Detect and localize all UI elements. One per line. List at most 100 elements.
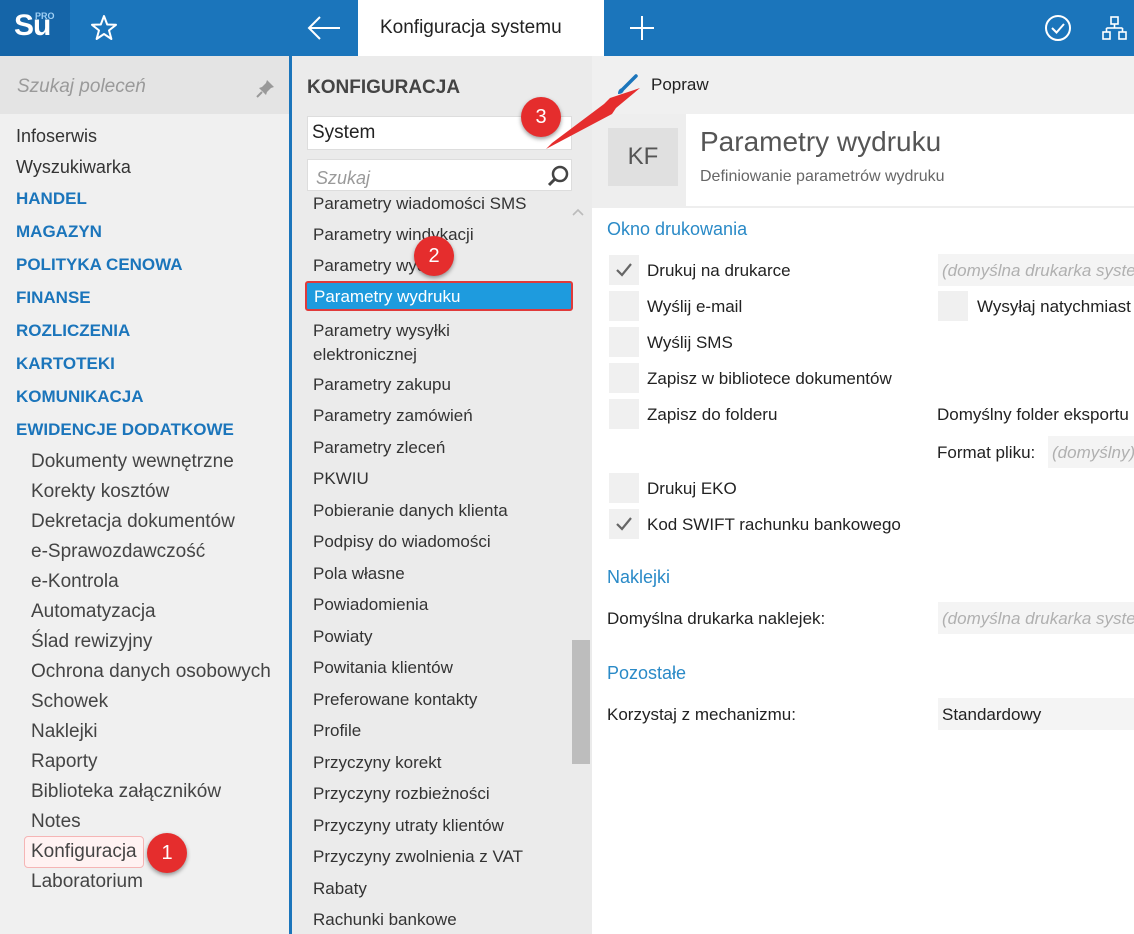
list-item[interactable]: Rachunki bankowe <box>313 910 457 930</box>
back-arrow-icon <box>307 16 340 40</box>
list-item[interactable]: Preferowane kontakty <box>313 690 477 710</box>
checkbox-save-library[interactable] <box>609 363 639 393</box>
sidebar-item-wyszukiwarka[interactable]: Wyszukiwarka <box>16 157 131 178</box>
sidebar-item-dekretacja-dokumentow[interactable]: Dekretacja dokumentów <box>31 511 235 533</box>
checkbox-print-on-printer[interactable] <box>609 255 639 285</box>
sidebar-item-e-kontrola[interactable]: e-Kontrola <box>31 571 119 593</box>
sidebar-item-notes[interactable]: Notes <box>31 811 81 833</box>
command-search-input[interactable]: Szukaj poleceń <box>0 56 290 114</box>
list-item[interactable]: Parametry windykacji <box>313 225 474 245</box>
scrollbar-thumb[interactable] <box>572 640 590 764</box>
checkbox-send-now[interactable] <box>938 291 968 321</box>
sidebar-section-rozliczenia[interactable]: ROZLICZENIA <box>16 321 130 341</box>
list-item[interactable]: Parametry zakupu <box>313 375 451 395</box>
approve-button[interactable] <box>1036 10 1080 46</box>
sidebar-section-kartoteki[interactable]: KARTOTEKI <box>16 354 115 374</box>
sidebar-item-laboratorium[interactable]: Laboratorium <box>31 871 143 893</box>
option-label: Drukuj EKO <box>647 479 737 498</box>
brush-icon[interactable] <box>614 72 640 98</box>
list-item[interactable]: Pola własne <box>313 564 405 584</box>
sidebar-item-e-sprawozdawczosc[interactable]: e-Sprawozdawczość <box>31 541 205 563</box>
list-item[interactable]: Rabaty <box>313 879 367 899</box>
list-item[interactable]: Parametry zleceń <box>313 438 445 458</box>
list-item[interactable]: Przyczyny zwolnienia z VAT <box>313 847 523 867</box>
list-item[interactable]: Powiadomienia <box>313 595 428 615</box>
checkbox-save-folder[interactable] <box>609 399 639 429</box>
list-item[interactable]: Przyczyny korekt <box>313 753 441 773</box>
tab-label: Konfiguracja systemu <box>380 17 562 38</box>
new-tab-button[interactable] <box>620 10 664 46</box>
printer-select[interactable]: (domyślna drukarka systemowa) <box>938 254 1134 286</box>
panel-title: KONFIGURACJA <box>307 77 461 98</box>
plus-icon <box>630 16 654 40</box>
checkbox-print-eko[interactable] <box>609 473 639 503</box>
mechanism-select[interactable]: Standardowy <box>938 698 1134 730</box>
edit-button-label[interactable]: Popraw <box>651 75 709 95</box>
list-item[interactable]: Parametry wysyłki elektronicznej <box>313 319 513 367</box>
config-search-input[interactable]: Szukaj <box>307 159 572 191</box>
mechanism-value: Standardowy <box>942 705 1042 724</box>
scroll-up-icon[interactable] <box>570 205 586 219</box>
sidebar-section-polityka-cenowa[interactable]: POLITYKA CENOWA <box>16 255 183 275</box>
printer-placeholder: (domyślna drukarka systemowa) <box>942 261 1134 280</box>
content-pane: Popraw KF Parametry wydruku Definiowanie… <box>592 56 1134 934</box>
checkbox-send-email[interactable] <box>609 291 639 321</box>
command-search-placeholder: Szukaj poleceń <box>17 76 146 97</box>
list-item[interactable]: Parametry zamówień <box>313 406 473 426</box>
checkmark-icon <box>616 263 632 277</box>
list-item[interactable]: Podpisy do wiadomości <box>313 532 491 552</box>
sidebar-item-dokumenty-wewnetrzne[interactable]: Dokumenty wewnętrzne <box>31 451 234 473</box>
search-icon[interactable] <box>546 164 570 188</box>
sidebar-section-finanse[interactable]: FINANSE <box>16 288 91 308</box>
section-title-other: Pozostałe <box>607 663 687 683</box>
sidebar-section-ewidencje-dodatkowe[interactable]: EWIDENCJE DODATKOWE <box>16 420 234 440</box>
mechanism-label: Korzystaj z mechanizmu: <box>607 705 796 724</box>
list-item[interactable]: Przyczyny utraty klientów <box>313 816 504 836</box>
option-label: Drukuj na drukarce <box>647 261 791 280</box>
sidebar-section-komunikacja[interactable]: KOMUNIKACJA <box>16 387 144 407</box>
sidebar-section-magazyn[interactable]: MAGAZYN <box>16 222 102 242</box>
sidebar-item-automatyzacja[interactable]: Automatyzacja <box>31 601 156 623</box>
list-item[interactable]: Powiaty <box>313 627 373 647</box>
label-printer-label: Domyślna drukarka naklejek: <box>607 609 826 628</box>
list-item-selected-label: Parametry wydruku <box>314 287 461 306</box>
callout-2: 2 <box>414 236 454 276</box>
option-label: Kod SWIFT rachunku bankowego <box>647 515 901 534</box>
sidebar-item-schowek[interactable]: Schowek <box>31 691 108 713</box>
sidebar-item-infoserwis[interactable]: Infoserwis <box>16 126 97 147</box>
label-printer-select[interactable]: (domyślna drukarka systemowa) <box>938 602 1134 634</box>
list-item[interactable]: Parametry wiadomości SMS <box>313 194 527 214</box>
sidebar-item-konfiguracja[interactable]: Konfiguracja <box>31 841 137 863</box>
checkbox-send-sms[interactable] <box>609 327 639 357</box>
list-item-selected[interactable]: Parametry wydruku <box>305 281 573 311</box>
list-item[interactable]: Pobieranie danych klienta <box>313 501 508 521</box>
list-item[interactable]: Przyczyny rozbieżności <box>313 784 490 804</box>
list-item[interactable]: Powitania klientów <box>313 658 453 678</box>
sidebar-section-handel[interactable]: HANDEL <box>16 189 87 209</box>
hierarchy-icon <box>1102 16 1127 40</box>
back-button[interactable] <box>300 10 350 46</box>
list-item[interactable]: PKWIU <box>313 469 369 489</box>
sidebar-item-naklejki[interactable]: Naklejki <box>31 721 98 743</box>
pin-icon[interactable] <box>256 78 276 98</box>
label-printer-placeholder: (domyślna drukarka systemowa) <box>942 609 1134 628</box>
config-search-placeholder: Szukaj <box>316 168 371 188</box>
sidebar-item-raporty[interactable]: Raporty <box>31 751 98 773</box>
app-logo[interactable]: Su PRO <box>0 0 70 56</box>
group-select-value: System <box>312 122 376 143</box>
sidebar-item-ochrona-danych[interactable]: Ochrona danych osobowych <box>31 661 271 683</box>
tab-konfiguracja-systemu[interactable]: Konfiguracja systemu <box>358 0 604 56</box>
page-title: Parametry wydruku <box>700 126 942 157</box>
structure-button[interactable] <box>1094 10 1134 46</box>
sidebar-item-slad-rewizyjny[interactable]: Ślad rewizyjny <box>31 631 152 653</box>
check-circle-icon <box>1045 15 1071 41</box>
file-format-select[interactable]: (domyślny) <box>1048 436 1134 468</box>
sidebar: Szukaj poleceń Infoserwis Wyszukiwarka H… <box>0 56 290 934</box>
favorites-button[interactable] <box>78 10 130 46</box>
checkmark-icon <box>616 517 632 531</box>
sidebar-item-korekty-kosztow[interactable]: Korekty kosztów <box>31 481 169 503</box>
sidebar-item-biblioteka-zalacznikow[interactable]: Biblioteka załączników <box>31 781 221 803</box>
list-item[interactable]: Profile <box>313 721 361 741</box>
checkbox-swift-code[interactable] <box>609 509 639 539</box>
file-format-placeholder: (domyślny) <box>1052 443 1134 462</box>
